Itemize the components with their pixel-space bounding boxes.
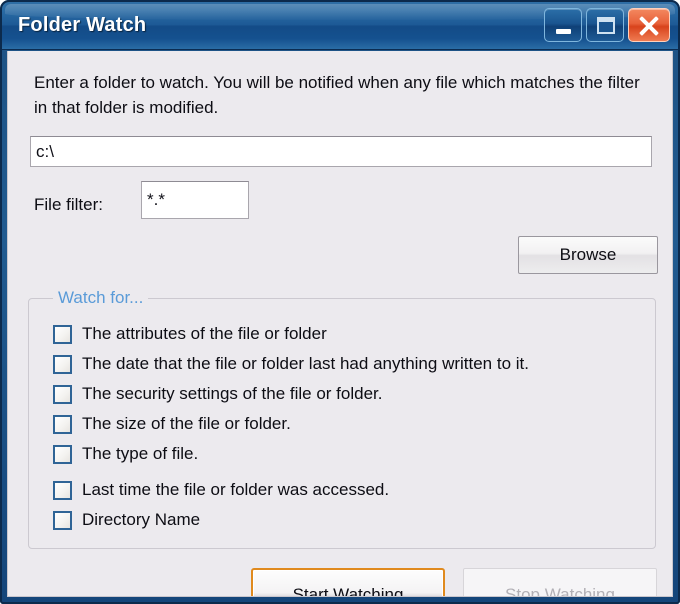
watch-option-label: The type of file. [82, 444, 199, 463]
start-watching-button[interactable]: Start Watching [251, 568, 445, 596]
checkbox-icon[interactable] [53, 354, 72, 374]
watch-option-label: The date that the file or folder last ha… [82, 354, 529, 373]
checkbox-icon[interactable] [53, 384, 72, 404]
title-bar[interactable]: Folder Watch [2, 2, 678, 50]
watch-option-directory-name[interactable]: Directory Name [53, 505, 529, 535]
checkbox-icon[interactable] [53, 414, 72, 434]
checkbox-icon[interactable] [53, 444, 72, 464]
folder-path-input[interactable] [30, 136, 652, 167]
application-window: Folder Watch Enter a folder to watch. Yo… [0, 0, 680, 604]
maximize-icon [597, 17, 615, 34]
checkbox-icon[interactable] [53, 510, 72, 530]
stop-watching-button: Stop Watching [463, 568, 657, 596]
watch-option-attributes[interactable]: The attributes of the file or folder [53, 319, 529, 349]
client-area: Enter a folder to watch. You will be not… [7, 51, 673, 597]
browse-button[interactable]: Browse [518, 236, 658, 274]
watch-option-file-type[interactable]: The type of file. [53, 439, 529, 469]
minimize-button[interactable] [544, 8, 582, 42]
close-icon [629, 9, 669, 41]
minimize-icon [556, 29, 571, 34]
file-filter-label: File filter: [34, 195, 103, 214]
checkbox-icon[interactable] [53, 480, 72, 500]
watch-options-list: The attributes of the file or folder The… [53, 319, 529, 535]
watch-option-last-write[interactable]: The date that the file or folder last ha… [53, 349, 529, 379]
watch-option-label: The attributes of the file or folder [82, 324, 327, 343]
checkbox-icon[interactable] [53, 324, 72, 344]
close-button[interactable] [628, 8, 670, 42]
maximize-button[interactable] [586, 8, 624, 42]
watch-option-size[interactable]: The size of the file or folder. [53, 409, 529, 439]
watch-option-label: The size of the file or folder. [82, 414, 291, 433]
watch-option-label: Last time the file or folder was accesse… [82, 480, 390, 499]
window-controls [544, 8, 670, 42]
window-title: Folder Watch [18, 14, 147, 36]
watch-option-security[interactable]: The security settings of the file or fol… [53, 379, 529, 409]
instructions-text: Enter a folder to watch. You will be not… [34, 73, 640, 117]
watch-for-legend: Watch for... [53, 288, 149, 308]
watch-for-group: Watch for... The attributes of the file … [28, 288, 656, 549]
file-filter-input[interactable] [141, 181, 249, 219]
watch-option-last-access[interactable]: Last time the file or folder was accesse… [53, 475, 529, 505]
watch-option-label: The security settings of the file or fol… [82, 384, 383, 403]
watch-option-label: Directory Name [82, 510, 201, 529]
